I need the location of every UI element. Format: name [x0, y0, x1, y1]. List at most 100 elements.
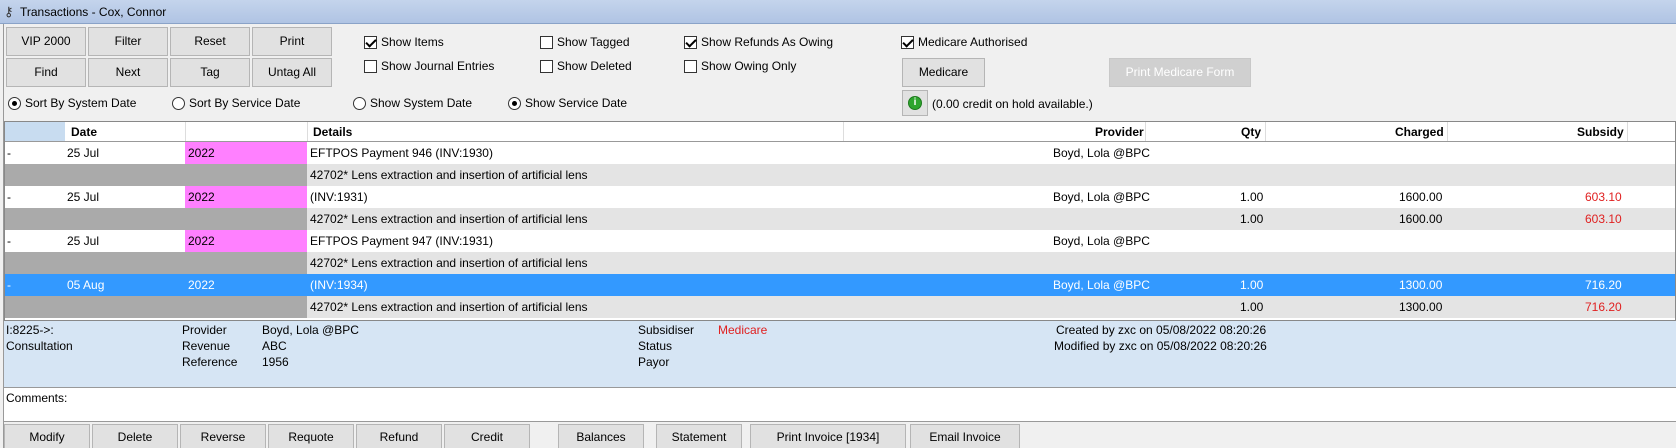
- row-charged: 1600.00: [1399, 190, 1443, 204]
- credit-button[interactable]: Credit: [444, 424, 530, 448]
- radio-dot: [353, 96, 366, 110]
- provider-value: Boyd, Lola @BPC: [262, 323, 359, 337]
- row-year: 2022: [188, 146, 215, 160]
- find-button[interactable]: Find: [6, 58, 86, 87]
- sort-by-service-date-radio[interactable]: Sort By Service Date: [172, 95, 300, 111]
- show-refunds-as-owing-checkbox[interactable]: Show Refunds As Owing: [684, 34, 833, 50]
- email-invoice-button[interactable]: Email Invoice: [910, 424, 1020, 448]
- title-bar: ⚷ Transactions - Cox, Connor: [0, 0, 1676, 24]
- filter-button[interactable]: Filter: [88, 27, 168, 56]
- subrow-qty: 1.00: [1240, 212, 1264, 226]
- grid-header: Date Details Provider Qty Charged Subsid…: [5, 122, 1675, 142]
- refund-button[interactable]: Refund: [356, 424, 442, 448]
- subrow-qty: 1.00: [1240, 300, 1264, 314]
- subrow-indent: [5, 296, 307, 318]
- revenue-value: ABC: [262, 339, 287, 353]
- row-details: (INV:1934): [310, 278, 368, 292]
- info-icon: i: [908, 96, 922, 110]
- show-items-checkbox[interactable]: Show Items: [364, 34, 444, 50]
- medicare-button[interactable]: Medicare: [902, 58, 985, 87]
- reverse-button[interactable]: Reverse: [180, 424, 266, 448]
- balances-button[interactable]: Balances: [558, 424, 644, 448]
- modified-info: Modified by zxc on 05/08/2022 08:20:26: [1054, 339, 1267, 353]
- row-dash: -: [7, 190, 11, 204]
- table-row[interactable]: - 25 Jul 2022 EFTPOS Payment 947 (INV:19…: [5, 230, 1675, 252]
- print-invoice-button[interactable]: Print Invoice [1934]: [750, 424, 906, 448]
- transaction-id: I:8225->:: [6, 323, 54, 337]
- reset-button[interactable]: Reset: [170, 27, 250, 56]
- header-subsidy[interactable]: Subsidy: [1577, 125, 1624, 139]
- requote-button[interactable]: Requote: [268, 424, 354, 448]
- reference-label: Reference: [182, 355, 238, 369]
- show-owing-only-checkbox[interactable]: Show Owing Only: [684, 58, 796, 74]
- subrow-indent: [5, 208, 307, 230]
- credit-on-hold-text: (0.00 credit on hold available.): [932, 97, 1093, 111]
- untag-all-button[interactable]: Untag All: [252, 58, 332, 87]
- table-subrow[interactable]: 42702* Lens extraction and insertion of …: [5, 252, 1675, 274]
- subsidiser-value: Medicare: [718, 323, 768, 337]
- show-tagged-checkbox[interactable]: Show Tagged: [540, 34, 630, 50]
- table-row[interactable]: - 25 Jul 2022 EFTPOS Payment 946 (INV:19…: [5, 142, 1675, 164]
- checkbox-label: Show Owing Only: [701, 59, 797, 73]
- row-provider: Boyd, Lola @BPC: [1053, 234, 1150, 248]
- row-provider: Boyd, Lola @BPC: [1053, 278, 1150, 292]
- checkbox-label: Show Refunds As Owing: [701, 35, 834, 49]
- header-charged[interactable]: Charged: [1395, 125, 1444, 139]
- transactions-grid[interactable]: Date Details Provider Qty Charged Subsid…: [4, 121, 1676, 321]
- subrow-subsidy: 603.10: [1585, 212, 1622, 226]
- show-service-date-radio[interactable]: Show Service Date: [508, 95, 627, 111]
- payor-label: Payor: [638, 355, 670, 369]
- row-date: 05 Aug: [67, 278, 105, 292]
- sort-by-system-date-radio[interactable]: Sort By System Date: [8, 95, 136, 111]
- next-button[interactable]: Next: [88, 58, 168, 87]
- table-subrow[interactable]: 42702* Lens extraction and insertion of …: [5, 208, 1675, 230]
- comments-label: Comments:: [6, 391, 68, 405]
- checkbox-box: [540, 59, 553, 73]
- radio-dot: [508, 96, 521, 110]
- row-details: EFTPOS Payment 947 (INV:1931): [310, 234, 493, 248]
- vip2000-button[interactable]: VIP 2000: [6, 27, 86, 56]
- print-button[interactable]: Print: [252, 27, 332, 56]
- column-separator: [185, 122, 186, 141]
- row-date: 25 Jul: [67, 234, 100, 248]
- row-dash: -: [7, 234, 11, 248]
- header-qty[interactable]: Qty: [1241, 125, 1261, 139]
- header-provider[interactable]: Provider: [1095, 125, 1144, 139]
- row-qty: 1.00: [1240, 278, 1264, 292]
- row-dash: -: [7, 278, 11, 292]
- row-details: EFTPOS Payment 946 (INV:1930): [310, 146, 493, 160]
- header-date[interactable]: Date: [71, 125, 97, 139]
- subsidiser-label: Subsidiser: [638, 323, 695, 337]
- subrow-item: 42702* Lens extraction and insertion of …: [310, 256, 588, 270]
- checkbox-box: [540, 35, 553, 49]
- medicare-authorised-checkbox[interactable]: Medicare Authorised: [901, 34, 1027, 50]
- table-subrow[interactable]: 42702* Lens extraction and insertion of …: [5, 164, 1675, 186]
- row-year: 2022: [188, 234, 215, 248]
- transaction-type: Consultation: [6, 339, 73, 353]
- table-row-selected[interactable]: - 05 Aug 2022 (INV:1934) Boyd, Lola @BPC…: [5, 274, 1675, 296]
- delete-button[interactable]: Delete: [92, 424, 178, 448]
- show-system-date-radio[interactable]: Show System Date: [353, 95, 472, 111]
- credit-info-button[interactable]: i: [902, 90, 928, 116]
- checkbox-label: Show Tagged: [557, 35, 630, 49]
- comments-box[interactable]: Comments:: [4, 388, 1676, 422]
- show-journal-entries-checkbox[interactable]: Show Journal Entries: [364, 58, 494, 74]
- header-details[interactable]: Details: [313, 125, 352, 139]
- radio-label: Sort By Service Date: [189, 96, 301, 110]
- show-deleted-checkbox[interactable]: Show Deleted: [540, 58, 632, 74]
- radio-label: Show Service Date: [525, 96, 628, 110]
- table-subrow[interactable]: 42702* Lens extraction and insertion of …: [5, 296, 1675, 318]
- transaction-detail-panel: I:8225->: Consultation Provider Boyd, Lo…: [4, 321, 1676, 388]
- subrow-charged: 1600.00: [1399, 212, 1443, 226]
- tag-button[interactable]: Tag: [170, 58, 250, 87]
- checkbox-label: Show Items: [381, 35, 444, 49]
- checkbox-box: [364, 59, 377, 73]
- table-row[interactable]: - 25 Jul 2022 (INV:1931) Boyd, Lola @BPC…: [5, 186, 1675, 208]
- subrow-item: 42702* Lens extraction and insertion of …: [310, 300, 588, 314]
- modify-button[interactable]: Modify: [4, 424, 90, 448]
- row-date: 25 Jul: [67, 190, 100, 204]
- radio-label: Sort By System Date: [25, 96, 137, 110]
- print-medicare-form-button[interactable]: Print Medicare Form: [1109, 58, 1251, 87]
- statement-button[interactable]: Statement: [656, 424, 742, 448]
- subrow-item: 42702* Lens extraction and insertion of …: [310, 212, 588, 226]
